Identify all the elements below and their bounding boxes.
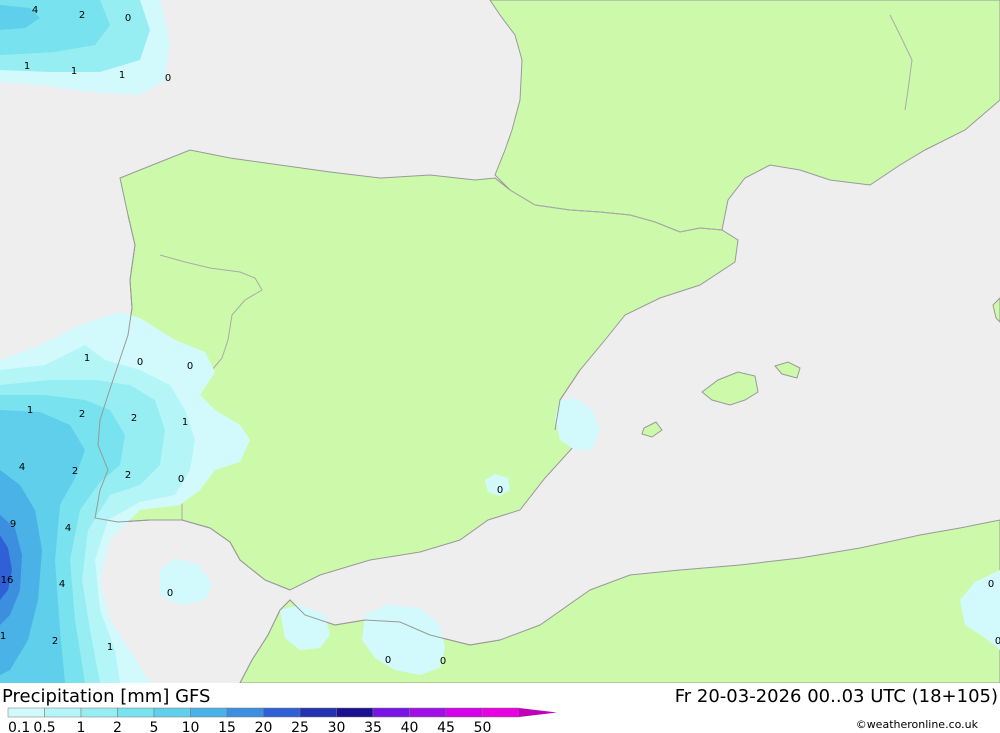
scale-swatch: [482, 707, 520, 718]
precip-value-label: 0: [167, 588, 173, 599]
scale-swatch: [299, 707, 337, 718]
scale-label: 30: [328, 720, 346, 733]
precip-value-label: 2: [79, 409, 85, 420]
scale-label: 10: [182, 720, 200, 733]
credit: ©weatheronline.co.uk: [856, 718, 979, 731]
scale-swatch: [117, 707, 155, 718]
precip-value-label: 2: [125, 470, 131, 481]
scale-label: 15: [218, 720, 236, 733]
precip-value-label: 0: [440, 656, 446, 667]
precip-value-label: 1: [24, 61, 30, 72]
scale-label: 35: [364, 720, 382, 733]
precip-value-label: 1: [0, 631, 6, 642]
scale-swatch: [445, 707, 483, 718]
precip-value-label: 1: [27, 405, 33, 416]
map-title: Precipitation [mm] GFS: [2, 686, 210, 707]
color-scale: [7, 707, 557, 718]
scale-label: 5: [150, 720, 159, 733]
precip-value-label: 0: [165, 73, 171, 84]
scale-swatch: [7, 707, 45, 718]
precip-value-label: 1: [119, 70, 125, 81]
scale-swatch: [372, 707, 410, 718]
legend-bar: Precipitation [mm] GFS Fr 20-03-2026 00.…: [0, 683, 1000, 733]
scale-arrow: [519, 708, 557, 717]
precip-value-label: 0: [988, 579, 994, 590]
precip-value-label: 1: [84, 353, 90, 364]
precip-value-label: 0: [497, 485, 503, 496]
scale-label: 2: [113, 720, 122, 733]
precip-value-label: 0: [385, 655, 391, 666]
precip-value-label: 2: [72, 466, 78, 477]
precip-value-label: 1: [71, 66, 77, 77]
scale-label: 20: [255, 720, 273, 733]
precip-value-label: 0: [995, 636, 1000, 647]
scale-swatch: [190, 707, 228, 718]
scale-swatch: [153, 707, 191, 718]
precip-value-label: 0: [187, 361, 193, 372]
scale-label: 25: [291, 720, 309, 733]
precip-value-label: 1: [107, 642, 113, 653]
precipitation-map: 4 2 0 1 1 1 0 1 0 0 1 2 2 1 4 2 2 0 9 4 16 4 0 1 2 1 0 0 0 0 0: [0, 0, 1000, 683]
scale-swatch: [226, 707, 264, 718]
precip-value-label: 0: [137, 357, 143, 368]
scale-swatch: [336, 707, 374, 718]
scale-label: 40: [401, 720, 419, 733]
precip-value-label: 4: [32, 5, 38, 16]
precip-value-label: 4: [19, 462, 25, 473]
precip-value-label: 4: [65, 523, 71, 534]
run-info: Fr 20-03-2026 00..03 UTC (18+105): [675, 686, 998, 707]
scale-label: 45: [437, 720, 455, 733]
scale-label: 0.5: [33, 720, 55, 733]
precip-value-label: 1: [182, 417, 188, 428]
color-scale-labels: 0.1 0.5 1 2 5 10 15 20 25 30 35 40 45 50: [8, 720, 491, 733]
precip-value-label: 2: [79, 10, 85, 21]
precip-value-label: 9: [10, 519, 16, 530]
scale-label: 0.1: [8, 720, 30, 733]
scale-swatch: [263, 707, 301, 718]
scale-label: 50: [474, 720, 492, 733]
scale-swatch: [80, 707, 118, 718]
precip-value-label: 2: [52, 636, 58, 647]
precip-value-label: 0: [178, 474, 184, 485]
scale-swatch: [409, 707, 447, 718]
scale-label: 1: [77, 720, 86, 733]
scale-swatch: [44, 707, 82, 718]
precip-value-label: 0: [125, 13, 131, 24]
precip-value-label: 4: [59, 579, 65, 590]
precip-value-label: 2: [131, 413, 137, 424]
precip-value-label: 16: [1, 575, 14, 586]
